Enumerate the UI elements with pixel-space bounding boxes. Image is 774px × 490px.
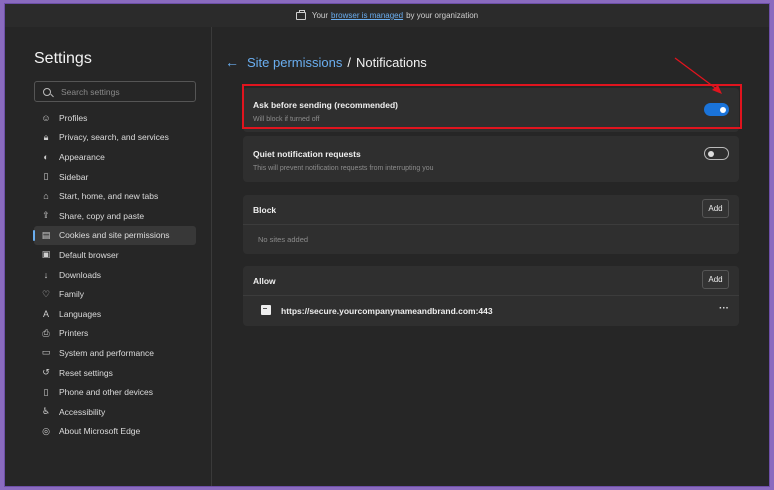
accessibility-icon: ♿︎ xyxy=(41,406,51,417)
sidebar-item-label: Downloads xyxy=(59,269,102,280)
briefcase-icon xyxy=(295,9,306,20)
allow-title: Allow xyxy=(253,276,276,286)
sidebar-item-label: Sidebar xyxy=(59,171,89,182)
allow-add-button[interactable]: Add xyxy=(702,270,729,289)
system-icon: ▭ xyxy=(41,347,51,358)
sidebar-item[interactable]: ▯ Phone and other devices xyxy=(34,382,196,402)
cookies-icon: ▤ xyxy=(41,229,51,240)
sidebar-item-label: Accessibility xyxy=(59,406,106,417)
sidebar-item[interactable]: ▯ Sidebar xyxy=(34,167,196,187)
more-options-icon[interactable]: ··· xyxy=(719,303,729,314)
search-icon xyxy=(43,87,51,96)
sidebar-item[interactable]: ♿︎ Accessibility xyxy=(34,402,196,422)
sidebar-item[interactable]: ⌂ Start, home, and new tabs xyxy=(34,186,196,206)
block-section: Block Add No sites added xyxy=(243,195,739,254)
appearance-icon: ◐ xyxy=(43,151,49,162)
settings-sidebar: Settings Search settings ☺ Profiles 🔒︎ Priv… xyxy=(5,27,212,486)
sidebar-item[interactable]: ▤ Cookies and site permissions xyxy=(33,225,196,246)
sidebar-item-label: Printers xyxy=(59,328,89,339)
divider xyxy=(243,295,739,296)
family-icon: ♡ xyxy=(41,288,51,299)
browser-managed-link[interactable]: browser is managed xyxy=(331,11,403,20)
download-icon: ↓ xyxy=(43,269,49,280)
allowed-site-url: https://secure.yourcompanynameandbrand.c… xyxy=(281,306,493,316)
sidebar-item[interactable]: ⇪ Share, copy and paste xyxy=(34,206,196,226)
reset-icon: ↺ xyxy=(42,367,50,378)
printer-icon: ⎙ xyxy=(42,327,50,338)
sidebar-item-label: Privacy, search, and services xyxy=(59,132,169,143)
sidebar-item[interactable]: ↓ Downloads xyxy=(34,265,196,285)
sidebar-item[interactable]: ◐ Appearance xyxy=(34,147,196,167)
browser-window: Your browser is managed by your organiza… xyxy=(4,3,770,487)
sidebar-item-label: Phone and other devices xyxy=(59,387,154,398)
sidebar-item-label: Reset settings xyxy=(59,367,113,378)
highlight-box xyxy=(242,84,742,129)
quiet-subtitle: This will prevent notification requests … xyxy=(253,165,434,172)
sidebar-item[interactable]: 🔒︎ Privacy, search, and services xyxy=(34,128,196,148)
sidebar-item-label: System and performance xyxy=(59,347,154,358)
default-browser-icon: ▣ xyxy=(41,249,51,260)
profile-icon: ☺ xyxy=(41,112,51,123)
breadcrumb-separator: / xyxy=(347,54,351,70)
quiet-title: Quiet notification requests xyxy=(253,149,361,159)
allow-section: Allow Add https://secure.yourcompanyname… xyxy=(243,266,739,326)
settings-title: Settings xyxy=(34,50,92,67)
sidebar-item-label: Default browser xyxy=(59,249,119,260)
sidebar-item[interactable]: ♡ Family xyxy=(34,284,196,304)
lock-icon: 🔒︎ xyxy=(43,131,49,142)
languages-icon: A xyxy=(42,308,49,319)
sidebar-item-label: About Microsoft Edge xyxy=(59,426,141,437)
sidebar-item-label: Start, home, and new tabs xyxy=(59,191,159,202)
sidebar-item[interactable]: ◎ About Microsoft Edge xyxy=(34,422,196,442)
search-placeholder: Search settings xyxy=(61,86,120,97)
page-title: Notifications xyxy=(356,54,427,70)
sidebar-item[interactable]: ▭ System and performance xyxy=(34,343,196,363)
infobar-suffix: by your organization xyxy=(406,11,479,20)
annotation-arrow-icon xyxy=(674,57,722,94)
edge-icon: ◎ xyxy=(42,425,50,436)
quiet-requests-row: Quiet notification requests This will pr… xyxy=(243,136,739,182)
breadcrumb-parent-link[interactable]: Site permissions xyxy=(247,55,342,70)
search-input[interactable]: Search settings xyxy=(34,81,196,102)
block-add-button[interactable]: Add xyxy=(702,199,729,218)
sidebar-item-label: Appearance xyxy=(59,151,105,162)
back-arrow-icon[interactable]: ← xyxy=(225,54,239,70)
infobar-prefix: Your xyxy=(311,11,329,20)
sidebar-item-label: Profiles xyxy=(59,112,88,123)
block-empty-text: No sites added xyxy=(258,235,309,244)
divider xyxy=(243,224,739,225)
site-favicon-icon xyxy=(261,305,271,315)
sidebar-item[interactable]: ↺ Reset settings xyxy=(34,363,196,383)
sidebar-item[interactable]: ☺ Profiles xyxy=(34,108,196,128)
sidebar-item[interactable]: A Languages xyxy=(34,304,196,324)
home-icon: ⌂ xyxy=(43,191,49,202)
sidebar-item-label: Family xyxy=(59,289,85,300)
settings-nav: ☺ Profiles 🔒︎ Privacy, search, and services… xyxy=(33,108,211,442)
sidebar-item-label: Cookies and site permissions xyxy=(59,230,170,241)
phone-icon: ▯ xyxy=(43,386,49,397)
managed-infobar: Your browser is managed by your organiza… xyxy=(5,4,769,27)
sidebar-item-label: Share, copy and paste xyxy=(59,210,145,221)
quiet-requests-toggle[interactable] xyxy=(704,147,729,160)
block-title: Block xyxy=(253,205,277,215)
sidebar-item[interactable]: ⎙ Printers xyxy=(34,324,196,344)
breadcrumb: ← Site permissions / Notifications xyxy=(225,54,427,70)
sidebar-item-label: Languages xyxy=(59,308,102,319)
sidebar-icon: ▯ xyxy=(43,171,49,182)
sidebar-item[interactable]: ▣ Default browser xyxy=(34,245,196,265)
share-icon: ⇪ xyxy=(42,210,50,221)
